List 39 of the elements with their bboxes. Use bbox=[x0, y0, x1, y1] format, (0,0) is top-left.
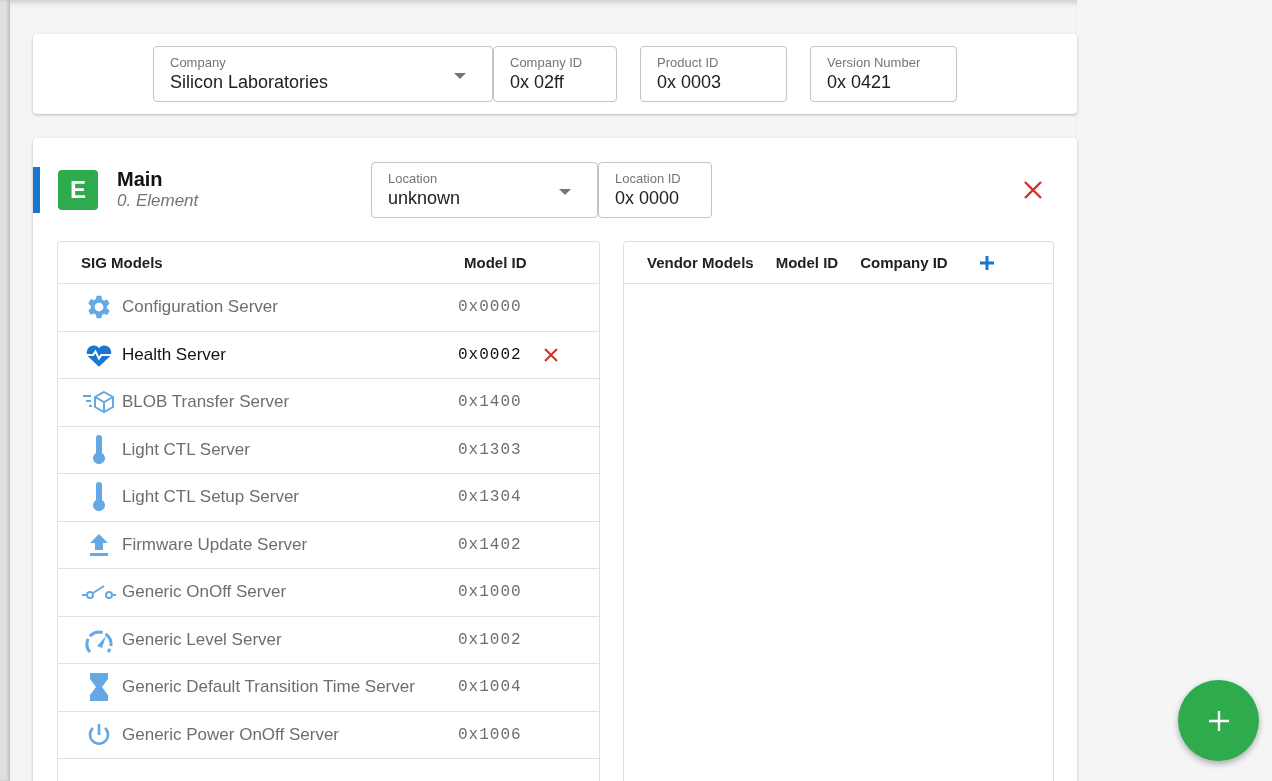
element-subtitle: 0. Element bbox=[117, 191, 200, 211]
column-header: Company ID bbox=[860, 254, 948, 271]
switch-icon bbox=[82, 584, 116, 601]
column-header: SIG Models bbox=[81, 254, 164, 271]
thermometer-icon bbox=[91, 434, 107, 465]
company-select[interactable]: Company Silicon Laboratories bbox=[153, 46, 493, 102]
id-field[interactable]: Location ID 0x 0000 bbox=[598, 161, 712, 218]
thermometer-icon bbox=[91, 482, 107, 513]
model-row[interactable]: Health Server 0x0002 bbox=[58, 331, 599, 379]
model-row[interactable]: Firmware Update Server 0x1402 bbox=[58, 521, 599, 569]
power-icon bbox=[86, 721, 112, 748]
element-title: Main bbox=[117, 168, 164, 191]
column-header: Model ID bbox=[464, 254, 527, 271]
caret-icon bbox=[454, 73, 466, 79]
column-header: Vendor Models bbox=[647, 254, 754, 271]
location-select[interactable]: Location unknown bbox=[371, 161, 598, 218]
model-row[interactable]: BLOB Transfer Server 0x1400 bbox=[58, 379, 599, 427]
plus-icon[interactable] bbox=[978, 254, 995, 271]
close-icon[interactable] bbox=[1023, 179, 1043, 200]
cube-icon bbox=[82, 390, 116, 415]
id-field[interactable]: Product ID 0x 0003 bbox=[640, 46, 787, 102]
model-row[interactable]: Configuration Server 0x0000 bbox=[58, 284, 599, 332]
caret-icon bbox=[559, 188, 571, 195]
id-field[interactable]: Company ID 0x 02ff bbox=[493, 46, 617, 102]
model-row[interactable]: Generic Power OnOff Server 0x1006 bbox=[58, 711, 599, 759]
model-row[interactable]: Light CTL Setup Server 0x1304 bbox=[58, 474, 599, 522]
id-field[interactable]: Version Number 0x 0421 bbox=[810, 46, 957, 102]
accent-bar bbox=[33, 166, 40, 213]
add-button[interactable] bbox=[1178, 680, 1259, 761]
column-header: Model ID bbox=[775, 254, 839, 271]
element-badge: E bbox=[58, 169, 98, 210]
hourglass-icon bbox=[89, 672, 109, 703]
model-row[interactable]: Generic Level Server 0x1002 bbox=[58, 616, 599, 664]
plus-icon bbox=[1207, 709, 1230, 732]
upload-icon bbox=[88, 532, 110, 557]
remove-icon[interactable] bbox=[544, 347, 558, 362]
model-row[interactable]: Generic Default Transition Time Server 0x1004 bbox=[58, 664, 599, 712]
model-row[interactable]: Light CTL Server 0x1303 bbox=[58, 426, 599, 474]
model-row[interactable]: Generic OnOff Server 0x1000 bbox=[58, 569, 599, 617]
